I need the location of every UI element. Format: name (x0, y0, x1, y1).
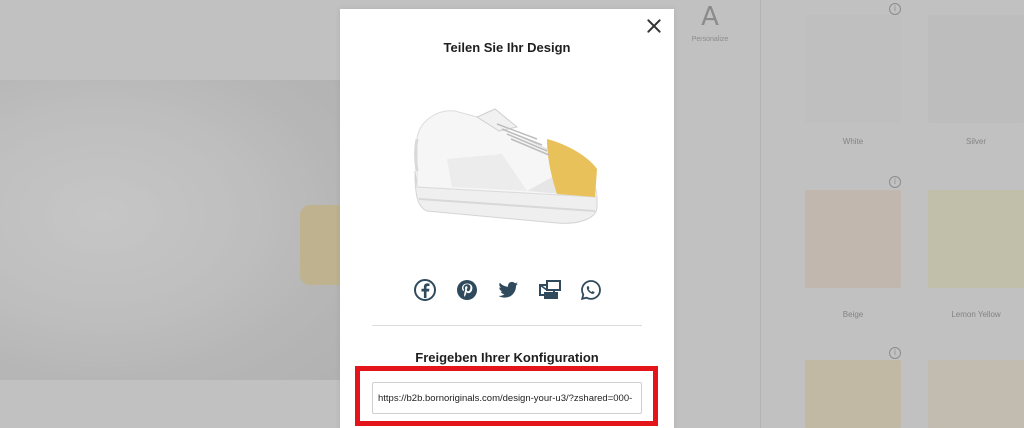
highlight-box (355, 366, 658, 426)
pinterest-icon[interactable] (455, 278, 479, 302)
whatsapp-icon[interactable] (579, 278, 603, 302)
facebook-icon[interactable] (413, 278, 437, 302)
twitter-icon[interactable] (496, 278, 520, 302)
shoe-preview-image (414, 108, 598, 224)
section-divider (372, 325, 642, 326)
close-icon[interactable] (644, 16, 664, 36)
email-icon[interactable] (538, 278, 562, 302)
social-share-bar (413, 278, 603, 302)
share-config-title: Freigeben Ihrer Konfiguration (415, 350, 599, 365)
share-dialog-title: Teilen Sie Ihr Design (443, 40, 571, 55)
